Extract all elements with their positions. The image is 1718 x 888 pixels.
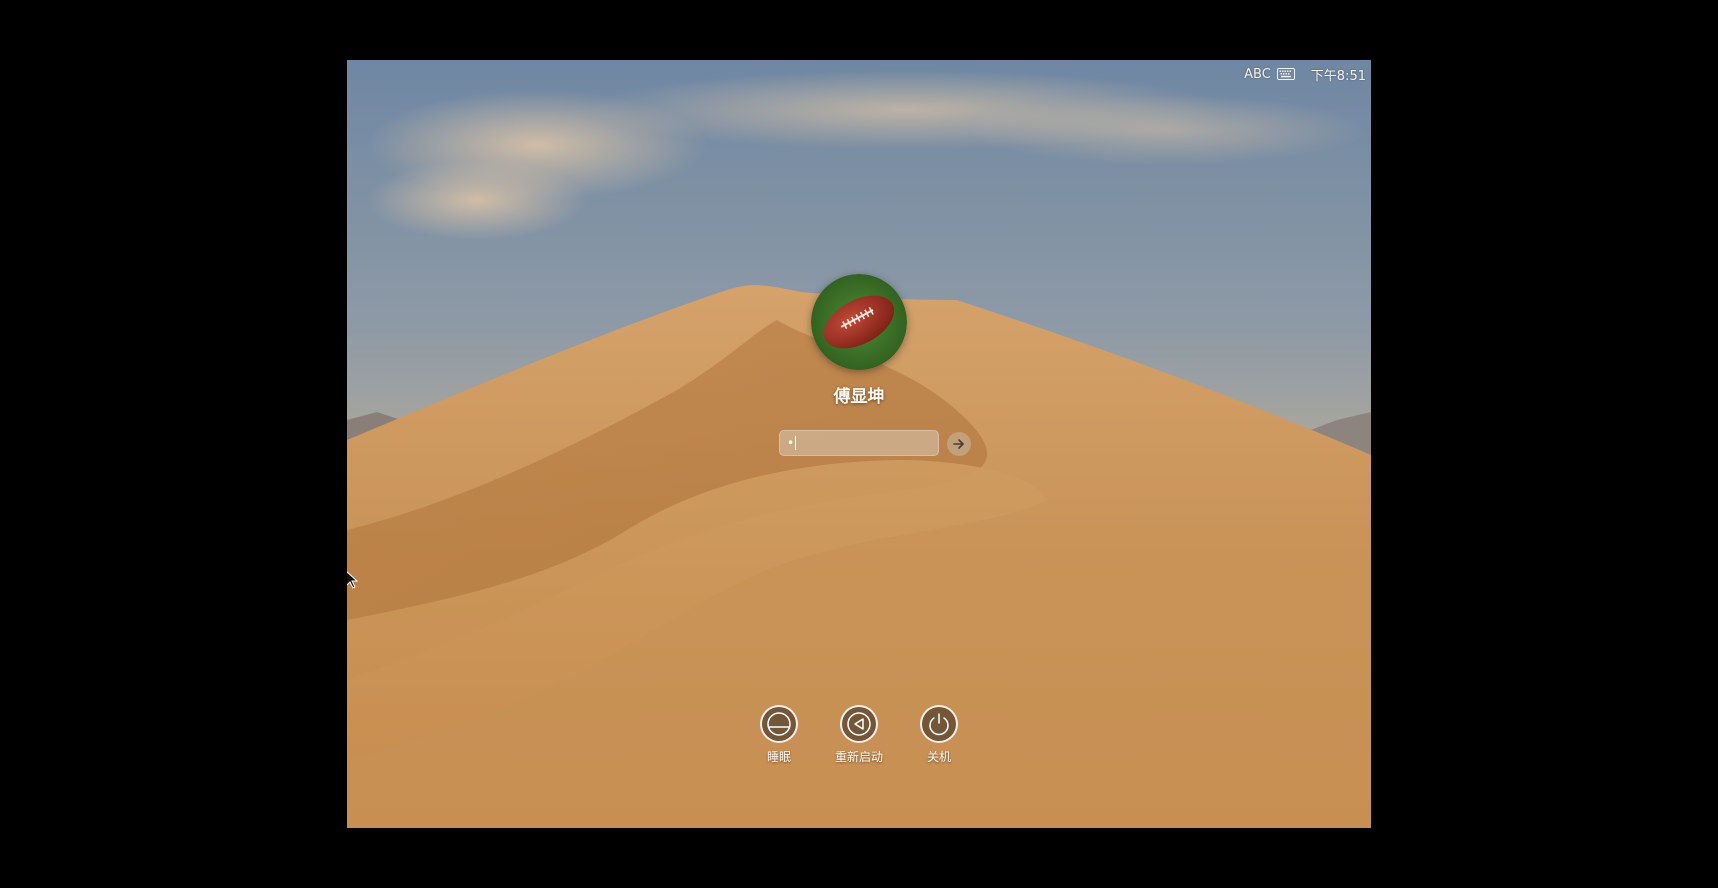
login-screen: ABC 下午8:51 傅显坤 • 睡眠 重新启动 关机: [347, 60, 1371, 828]
mouse-cursor-icon: [347, 571, 359, 589]
restart-icon: [840, 705, 878, 743]
restart-label: 重新启动: [834, 750, 883, 764]
american-football-icon: [811, 274, 907, 370]
user-avatar[interactable]: [811, 274, 907, 370]
user-name: 傅显坤: [833, 387, 885, 407]
arrow-right-icon: [953, 439, 964, 449]
password-mask: •: [787, 436, 795, 450]
menubar-status-area: ABC 下午8:51: [1244, 65, 1366, 84]
password-field[interactable]: •: [779, 430, 939, 456]
shutdown-button[interactable]: 关机: [889, 705, 989, 765]
login-submit-button[interactable]: [947, 432, 971, 456]
text-caret: [795, 436, 797, 450]
input-source-label: ABC: [1244, 66, 1271, 82]
menubar-clock[interactable]: 下午8:51: [1311, 65, 1366, 84]
power-icon: [920, 705, 958, 743]
sleep-label: 睡眠: [766, 750, 791, 764]
shutdown-label: 关机: [926, 750, 951, 764]
sleep-icon: [760, 705, 798, 743]
input-source-menu[interactable]: ABC: [1244, 67, 1295, 82]
keyboard-icon: [1276, 68, 1295, 80]
